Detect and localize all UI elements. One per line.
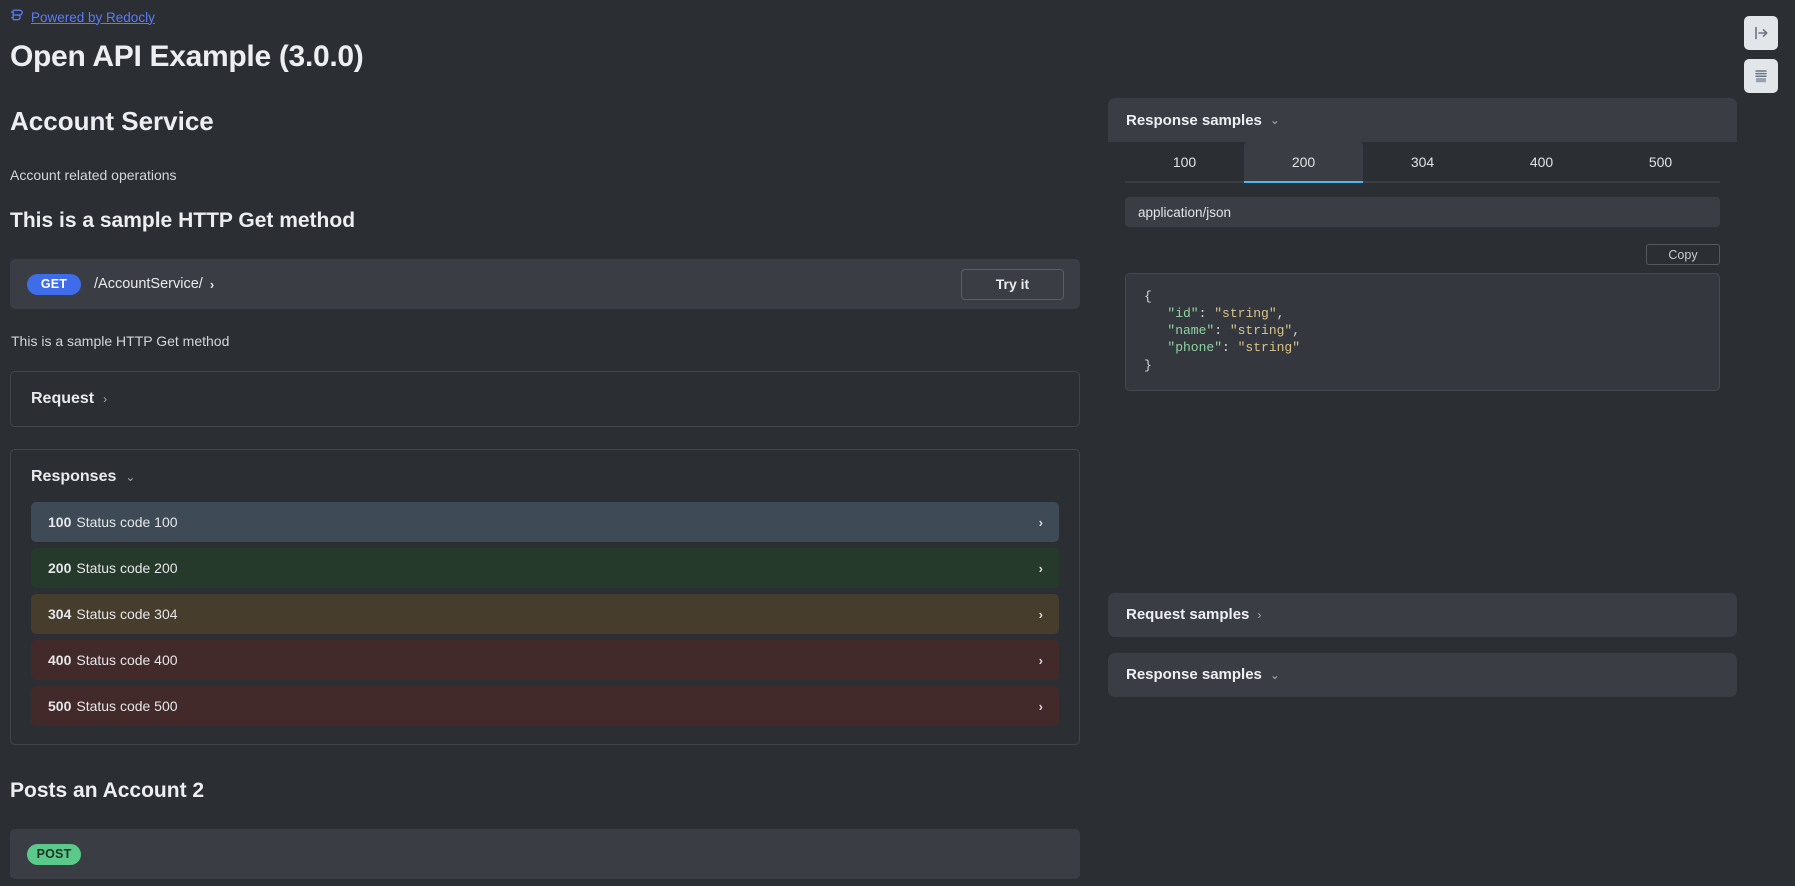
responses-section-toggle[interactable]: Responses ⌄: [31, 468, 1059, 486]
next-endpoint-bar: POST: [10, 829, 1080, 879]
try-it-button[interactable]: Try it: [961, 268, 1064, 300]
chevron-right-icon: ›: [1257, 607, 1262, 622]
response-sample-code: { "id": "string", "name": "string", "pho…: [1125, 273, 1720, 391]
chevron-right-icon: ›: [1038, 606, 1043, 622]
response-status-text: Status code 400: [76, 652, 178, 668]
chevron-right-icon: ›: [1038, 514, 1043, 530]
chevron-down-icon: ⌄: [125, 470, 136, 484]
request-section-label: Request: [31, 390, 95, 407]
response-status-text: Status code 304: [76, 606, 178, 622]
response-row-400[interactable]: 400 Status code 400 ›: [31, 640, 1059, 680]
code-token-punc: ,: [1292, 323, 1301, 339]
response-samples-toggle[interactable]: Response samples ⌄: [1108, 98, 1737, 142]
response-row-500[interactable]: 500 Status code 500 ›: [31, 686, 1059, 726]
content-columns: Account Service Account related operatio…: [0, 98, 1795, 886]
copy-button[interactable]: Copy: [1646, 244, 1720, 265]
response-samples-body: 100 200 304 400 500 application/json Copy { …: [1108, 142, 1737, 409]
chevron-right-icon: ›: [1038, 652, 1043, 668]
http-method-badge-post[interactable]: POST: [27, 843, 81, 865]
response-samples-next-title: Response samples: [1126, 666, 1262, 684]
request-samples-panel: Request samples ›: [1108, 592, 1737, 637]
response-status-code: 200: [48, 560, 72, 576]
operation-description: This is a sample HTTP Get method: [11, 333, 230, 349]
code-token-key: "phone": [1167, 340, 1223, 356]
code-token-punc: :: [1198, 306, 1215, 322]
chevron-right-icon: ›: [209, 276, 215, 292]
code-token-punc: ,: [1276, 306, 1285, 322]
powered-by-redocly-link[interactable]: Powered by Redocly: [31, 10, 155, 25]
tag-title: Account Service: [10, 106, 214, 136]
response-status-text: Status code 200: [76, 560, 178, 576]
page-title: Open API Example (3.0.0): [10, 40, 364, 73]
redoc-api-page: Powered by Redocly Open API Example (3.0…: [0, 0, 1795, 886]
endpoint-path[interactable]: /AccountService/ ›: [94, 276, 214, 292]
tab-status-500[interactable]: 500: [1601, 142, 1720, 181]
mime-type-value: application/json: [1138, 204, 1232, 220]
status-code-tabs: 100 200 304 400 500: [1125, 142, 1720, 183]
left-documentation-column: Account Service Account related operatio…: [0, 98, 1090, 879]
code-token-str: "string": [1237, 340, 1301, 356]
tab-status-100[interactable]: 100: [1125, 142, 1244, 181]
chevron-right-icon: ›: [1038, 698, 1043, 714]
request-samples-title: Request samples: [1126, 606, 1250, 624]
code-token-punc: :: [1214, 323, 1230, 339]
chevron-down-icon: ⌄: [1269, 667, 1280, 682]
chevron-right-icon: ›: [103, 392, 108, 406]
operation-title: This is a sample HTTP Get method: [10, 209, 356, 232]
branding-bar: Powered by Redocly: [10, 8, 155, 26]
request-samples-toggle[interactable]: Request samples ›: [1108, 593, 1737, 637]
tag-description: Account related operations: [10, 167, 177, 183]
http-method-badge-get[interactable]: GET: [27, 273, 81, 295]
mime-type-select[interactable]: application/json: [1125, 197, 1720, 227]
code-token-punc: {: [1144, 289, 1152, 304]
response-status-code: 100: [48, 514, 72, 530]
response-rows-list: 100 Status code 100 › 200 Status code 200 › 30…: [31, 502, 1059, 726]
request-section-card: Request ›: [10, 371, 1080, 427]
code-token-key: "id": [1167, 306, 1199, 322]
response-samples-panel-next: Response samples ⌄: [1108, 652, 1737, 697]
code-token-key: "name": [1167, 323, 1215, 339]
response-status-text: Status code 100: [76, 514, 178, 530]
response-status-code: 500: [48, 698, 72, 714]
endpoint-bar: GET /AccountService/ › Try it: [10, 259, 1080, 309]
response-status-code: 304: [48, 606, 72, 622]
code-token-str: "string": [1229, 323, 1293, 339]
right-samples-column: Response samples ⌄ 100 200 304 400 500 appli…: [1090, 98, 1795, 697]
responses-section-label: Responses: [31, 468, 117, 485]
expand-panel-button[interactable]: [1744, 16, 1778, 50]
response-status-code: 400: [48, 652, 72, 668]
tab-status-400[interactable]: 400: [1482, 142, 1601, 181]
chevron-right-icon: ›: [1038, 560, 1043, 576]
response-samples-title: Response samples: [1126, 111, 1262, 129]
responses-section-card: Responses ⌄ 100 Status code 100 › 200 Status…: [10, 449, 1080, 745]
tab-status-304[interactable]: 304: [1363, 142, 1482, 181]
endpoint-path-text: /AccountService/: [94, 276, 203, 292]
code-token-punc: :: [1222, 340, 1238, 356]
next-operation-title: Posts an Account 2: [10, 779, 205, 802]
code-token-str: "string": [1214, 306, 1277, 322]
request-section-toggle[interactable]: Request ›: [31, 390, 1059, 408]
redocly-logo-icon: [10, 8, 25, 26]
response-row-100[interactable]: 100 Status code 100 ›: [31, 502, 1059, 542]
copy-row: Copy: [1125, 244, 1720, 265]
response-row-304[interactable]: 304 Status code 304 ›: [31, 594, 1059, 634]
panel-spacer: [1108, 409, 1737, 593]
response-status-text: Status code 500: [76, 698, 178, 714]
response-samples-next-toggle[interactable]: Response samples ⌄: [1108, 653, 1737, 697]
response-samples-panel: Response samples ⌄ 100 200 304 400 500 appli…: [1108, 98, 1737, 409]
tab-status-200[interactable]: 200: [1244, 142, 1363, 183]
layout-panel-button[interactable]: [1744, 59, 1778, 93]
response-row-200[interactable]: 200 Status code 200 ›: [31, 548, 1059, 588]
code-token-punc: }: [1144, 357, 1152, 373]
chevron-down-icon: ⌄: [1269, 113, 1280, 127]
corner-tool-group: [1744, 16, 1778, 93]
